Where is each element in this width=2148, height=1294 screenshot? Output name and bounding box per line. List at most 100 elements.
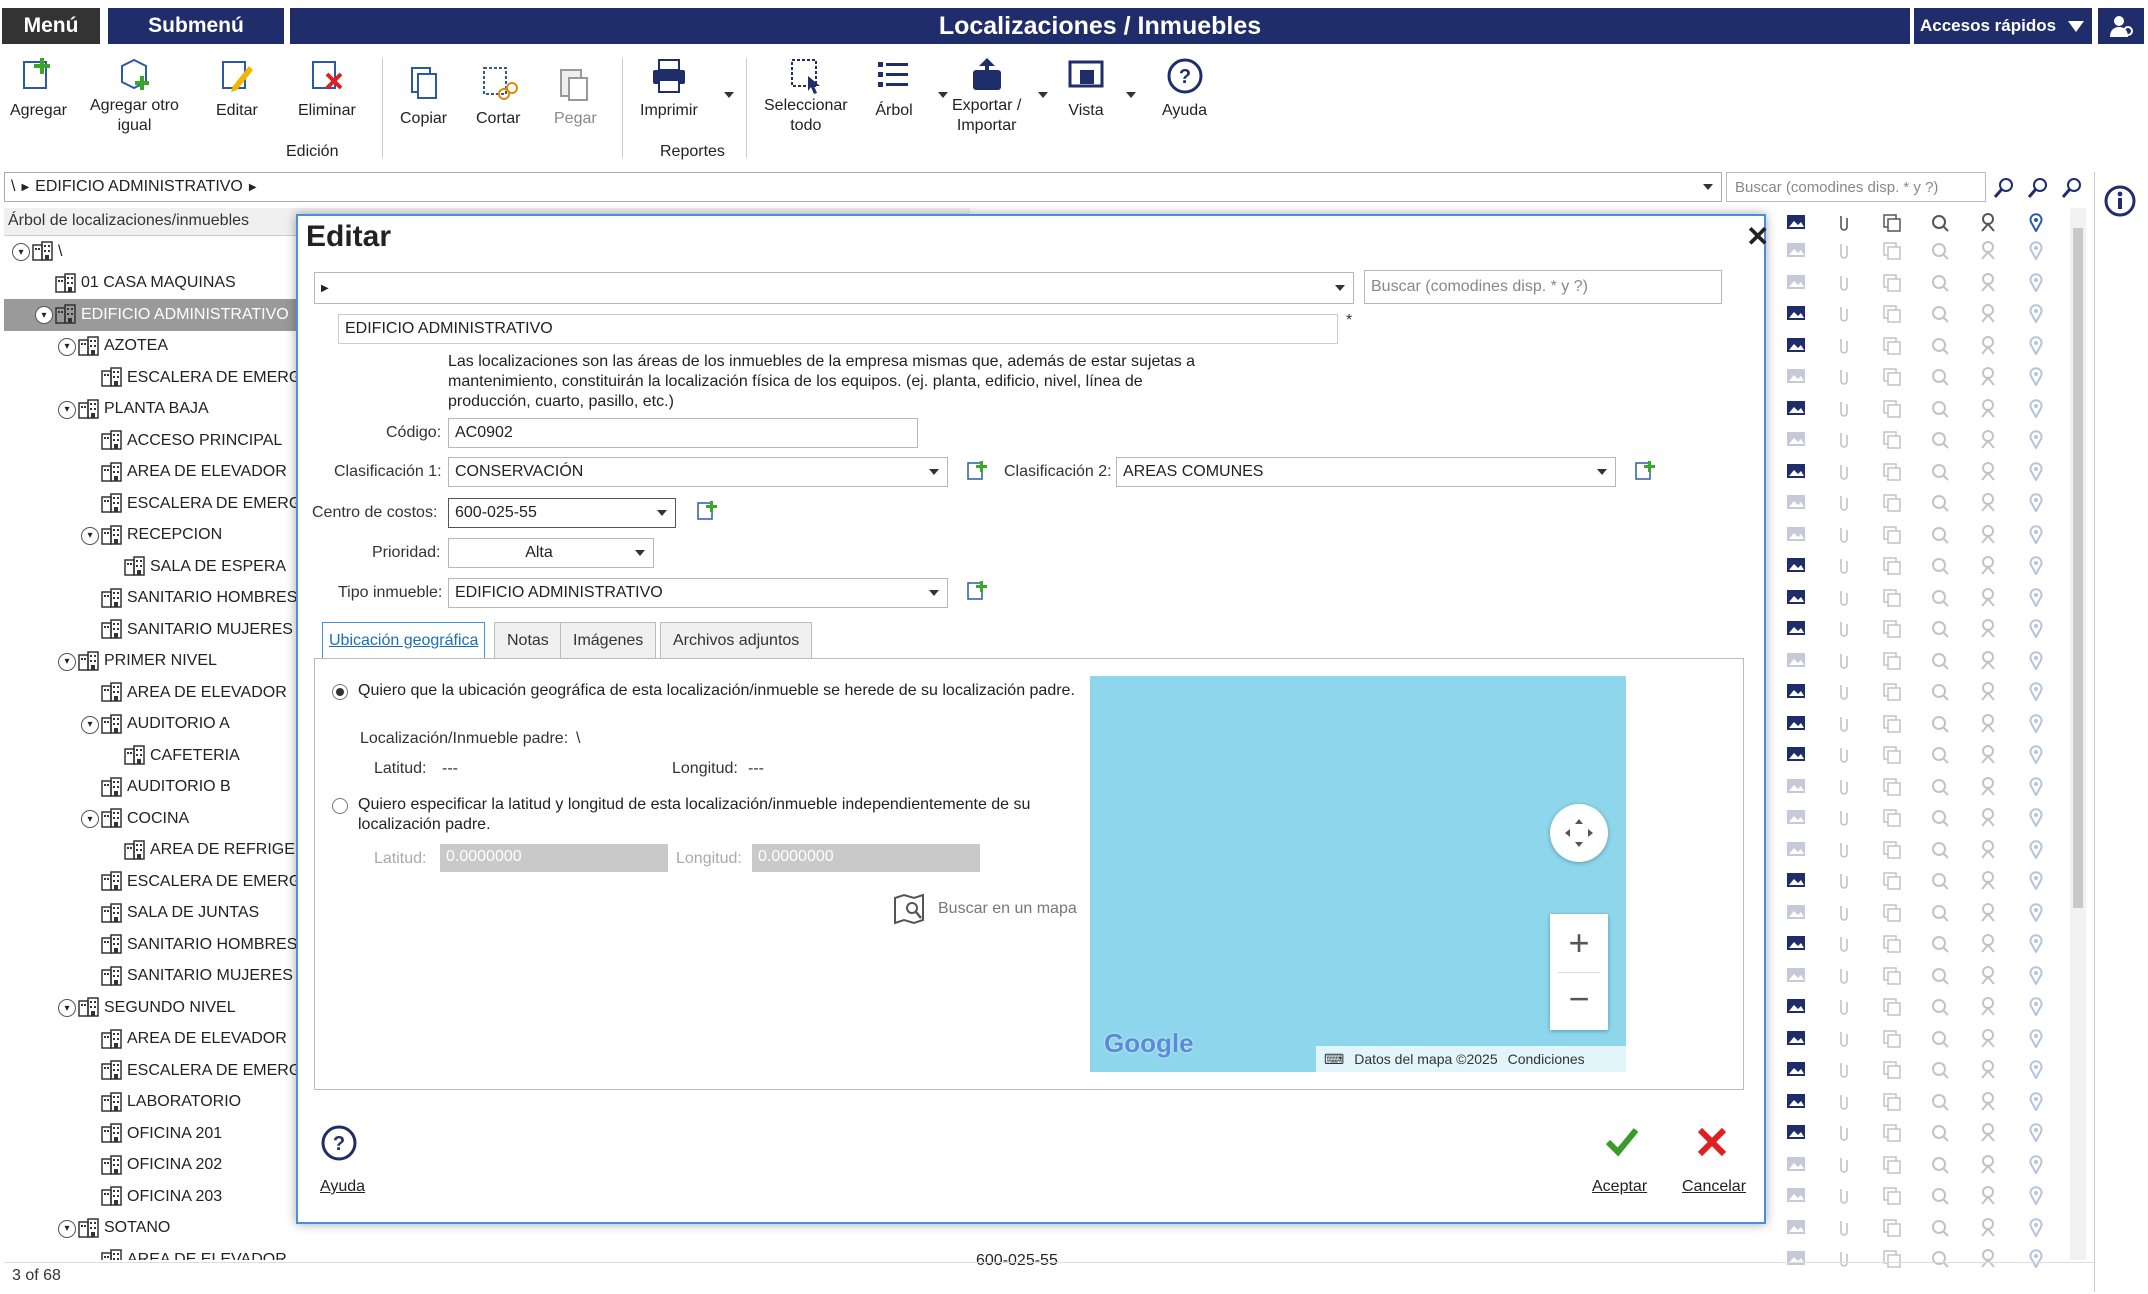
tree-button[interactable]: Árbol [874, 56, 914, 120]
code-field[interactable]: AC0902 [448, 418, 918, 448]
location-pin-icon [2029, 1217, 2043, 1237]
collapse-toggle-icon[interactable]: ▾ [58, 400, 76, 419]
menu-button[interactable]: Menú [2, 8, 100, 44]
view-dropdown-icon[interactable] [1126, 92, 1136, 98]
submenu-button[interactable]: Submenú [108, 8, 284, 44]
latitude-label: Latitud: [374, 760, 427, 777]
google-logo: Google [1104, 1028, 1194, 1058]
tab-geographic[interactable]: Ubicación geográfica [322, 622, 486, 658]
collapse-toggle-icon[interactable]: ▾ [81, 810, 99, 828]
inherit-location-radio[interactable] [332, 684, 348, 700]
building-icon [55, 304, 77, 324]
delete-button[interactable]: Eliminar [298, 56, 356, 120]
search-person-icon[interactable] [2060, 176, 2084, 200]
tree-row-label: PLANTA BAJA [104, 400, 209, 418]
tab-attachments[interactable]: Archivos adjuntos [660, 622, 813, 658]
breadcrumb-root[interactable]: \ [11, 178, 15, 196]
person-pin-icon[interactable] [1977, 212, 1999, 232]
parent-location-combo[interactable]: ▶ [314, 272, 1354, 304]
map-search-icon[interactable] [892, 892, 926, 926]
find-on-map-link[interactable]: Buscar en un mapa [938, 900, 1077, 918]
gear-search-icon [1932, 274, 1949, 292]
location-pin-icon [2029, 335, 2043, 355]
search-person-icon[interactable] [1992, 176, 2016, 200]
select-all-button[interactable]: Seleccionar todo [764, 56, 848, 136]
collapse-toggle-icon[interactable]: ▾ [58, 999, 76, 1017]
image-icon [1787, 1062, 1805, 1076]
export-import-button[interactable]: Exportar / Importar [952, 56, 1021, 136]
tree-row-label: OFICINA 201 [127, 1124, 223, 1142]
paperclip-icon [1840, 496, 1848, 511]
collapse-toggle-icon[interactable]: ▾ [58, 337, 76, 356]
gear-search-icon [1932, 904, 1949, 922]
collapse-toggle-icon[interactable]: ▾ [81, 715, 99, 734]
tree-row[interactable]: AREA DE ELEVADOR [4, 1244, 1744, 1260]
paperclip-icon[interactable] [1833, 212, 1855, 232]
checkmark-icon[interactable] [1602, 1122, 1642, 1162]
documents-icon[interactable] [1881, 212, 1903, 232]
gear-search-icon[interactable] [1929, 212, 1951, 232]
search-person-icon[interactable] [2026, 176, 2050, 200]
collapse-toggle-icon[interactable]: ▾ [35, 306, 53, 324]
close-icon[interactable]: ✕ [1746, 220, 1769, 253]
priority-select[interactable]: Alta [448, 538, 654, 568]
collapse-toggle-icon[interactable]: ▾ [58, 652, 76, 671]
cut-button[interactable]: Cortar [476, 64, 520, 128]
image-icon [1787, 1188, 1805, 1202]
export-dropdown-icon[interactable] [1038, 92, 1048, 98]
chevron-down-icon[interactable] [1703, 184, 1713, 190]
collapse-toggle-icon[interactable]: ▾ [12, 243, 30, 261]
add-cost-center-icon[interactable] [696, 500, 718, 522]
longitude-field[interactable]: 0.0000000 [752, 844, 980, 872]
scrollbar-thumb[interactable] [2073, 228, 2083, 908]
print-dropdown-icon[interactable] [724, 92, 734, 98]
tree-dropdown-icon[interactable] [938, 92, 948, 98]
add-type-icon[interactable] [966, 580, 988, 602]
add-same-button[interactable]: Agregar otro igual [90, 56, 179, 136]
add-class1-icon[interactable] [966, 460, 988, 482]
person-pin-icon [1981, 304, 1995, 323]
accept-button[interactable]: Aceptar [1592, 1178, 1647, 1196]
map-pan-control[interactable] [1550, 804, 1608, 862]
help-button[interactable]: Ayuda [320, 1178, 365, 1196]
map-view[interactable]: + − Google ⌨ Datos del mapa ©2025 Condic… [1090, 676, 1626, 1072]
keyboard-icon[interactable]: ⌨ [1324, 1051, 1344, 1068]
image-icon[interactable] [1785, 212, 1807, 232]
copy-button[interactable]: Copiar [400, 64, 447, 128]
view-button[interactable]: Vista [1066, 56, 1106, 120]
paste-button[interactable]: Pegar [554, 64, 597, 128]
search-input[interactable]: Buscar (comodines disp. * y ?) [1726, 172, 1986, 202]
zoom-in-icon[interactable]: + [1550, 914, 1608, 972]
collapse-toggle-icon[interactable]: ▾ [58, 1219, 76, 1238]
help-icon[interactable]: ? [320, 1124, 358, 1162]
map-terms-link[interactable]: Condiciones [1508, 1051, 1585, 1067]
right-panel [2094, 172, 2144, 1292]
breadcrumb-item[interactable]: EDIFICIO ADMINISTRATIVO [35, 178, 243, 196]
user-button[interactable] [2098, 8, 2144, 44]
info-icon[interactable] [2103, 184, 2137, 218]
add-button[interactable]: Agregar [10, 56, 67, 120]
collapse-toggle-icon[interactable]: ▾ [81, 526, 99, 545]
location-pin-icon[interactable] [2025, 212, 2047, 232]
quick-access-button[interactable]: Accesos rápidos [1914, 8, 2092, 44]
type-select[interactable]: EDIFICIO ADMINISTRATIVO [448, 578, 948, 608]
tab-images[interactable]: Imágenes [560, 622, 657, 658]
cancel-x-icon[interactable] [1694, 1124, 1730, 1160]
name-field[interactable]: EDIFICIO ADMINISTRATIVO [338, 314, 1338, 344]
edit-button[interactable]: Editar [216, 56, 258, 120]
latitude-field[interactable]: 0.0000000 [440, 844, 668, 872]
dialog-search-input[interactable]: Buscar (comodines disp. * y ?) [1364, 270, 1722, 304]
zoom-out-icon[interactable]: − [1550, 972, 1608, 1030]
class1-select[interactable]: CONSERVACIÓN [448, 457, 948, 487]
add-class2-icon[interactable] [1634, 460, 1656, 482]
person-pin-icon [1981, 1060, 1995, 1079]
vertical-scrollbar[interactable] [2070, 208, 2086, 1260]
help-toolbar-button[interactable]: ? Ayuda [1162, 56, 1207, 120]
print-button[interactable]: Imprimir [640, 56, 698, 120]
cost-center-select[interactable]: 600-025-55 [448, 498, 676, 528]
cancel-button[interactable]: Cancelar [1682, 1178, 1746, 1196]
breadcrumb[interactable]: \ ▶ EDIFICIO ADMINISTRATIVO ▶ [4, 172, 1722, 202]
class2-select[interactable]: AREAS COMUNES [1116, 457, 1616, 487]
specify-location-radio[interactable] [332, 798, 348, 814]
tab-notes[interactable]: Notas [494, 622, 562, 658]
